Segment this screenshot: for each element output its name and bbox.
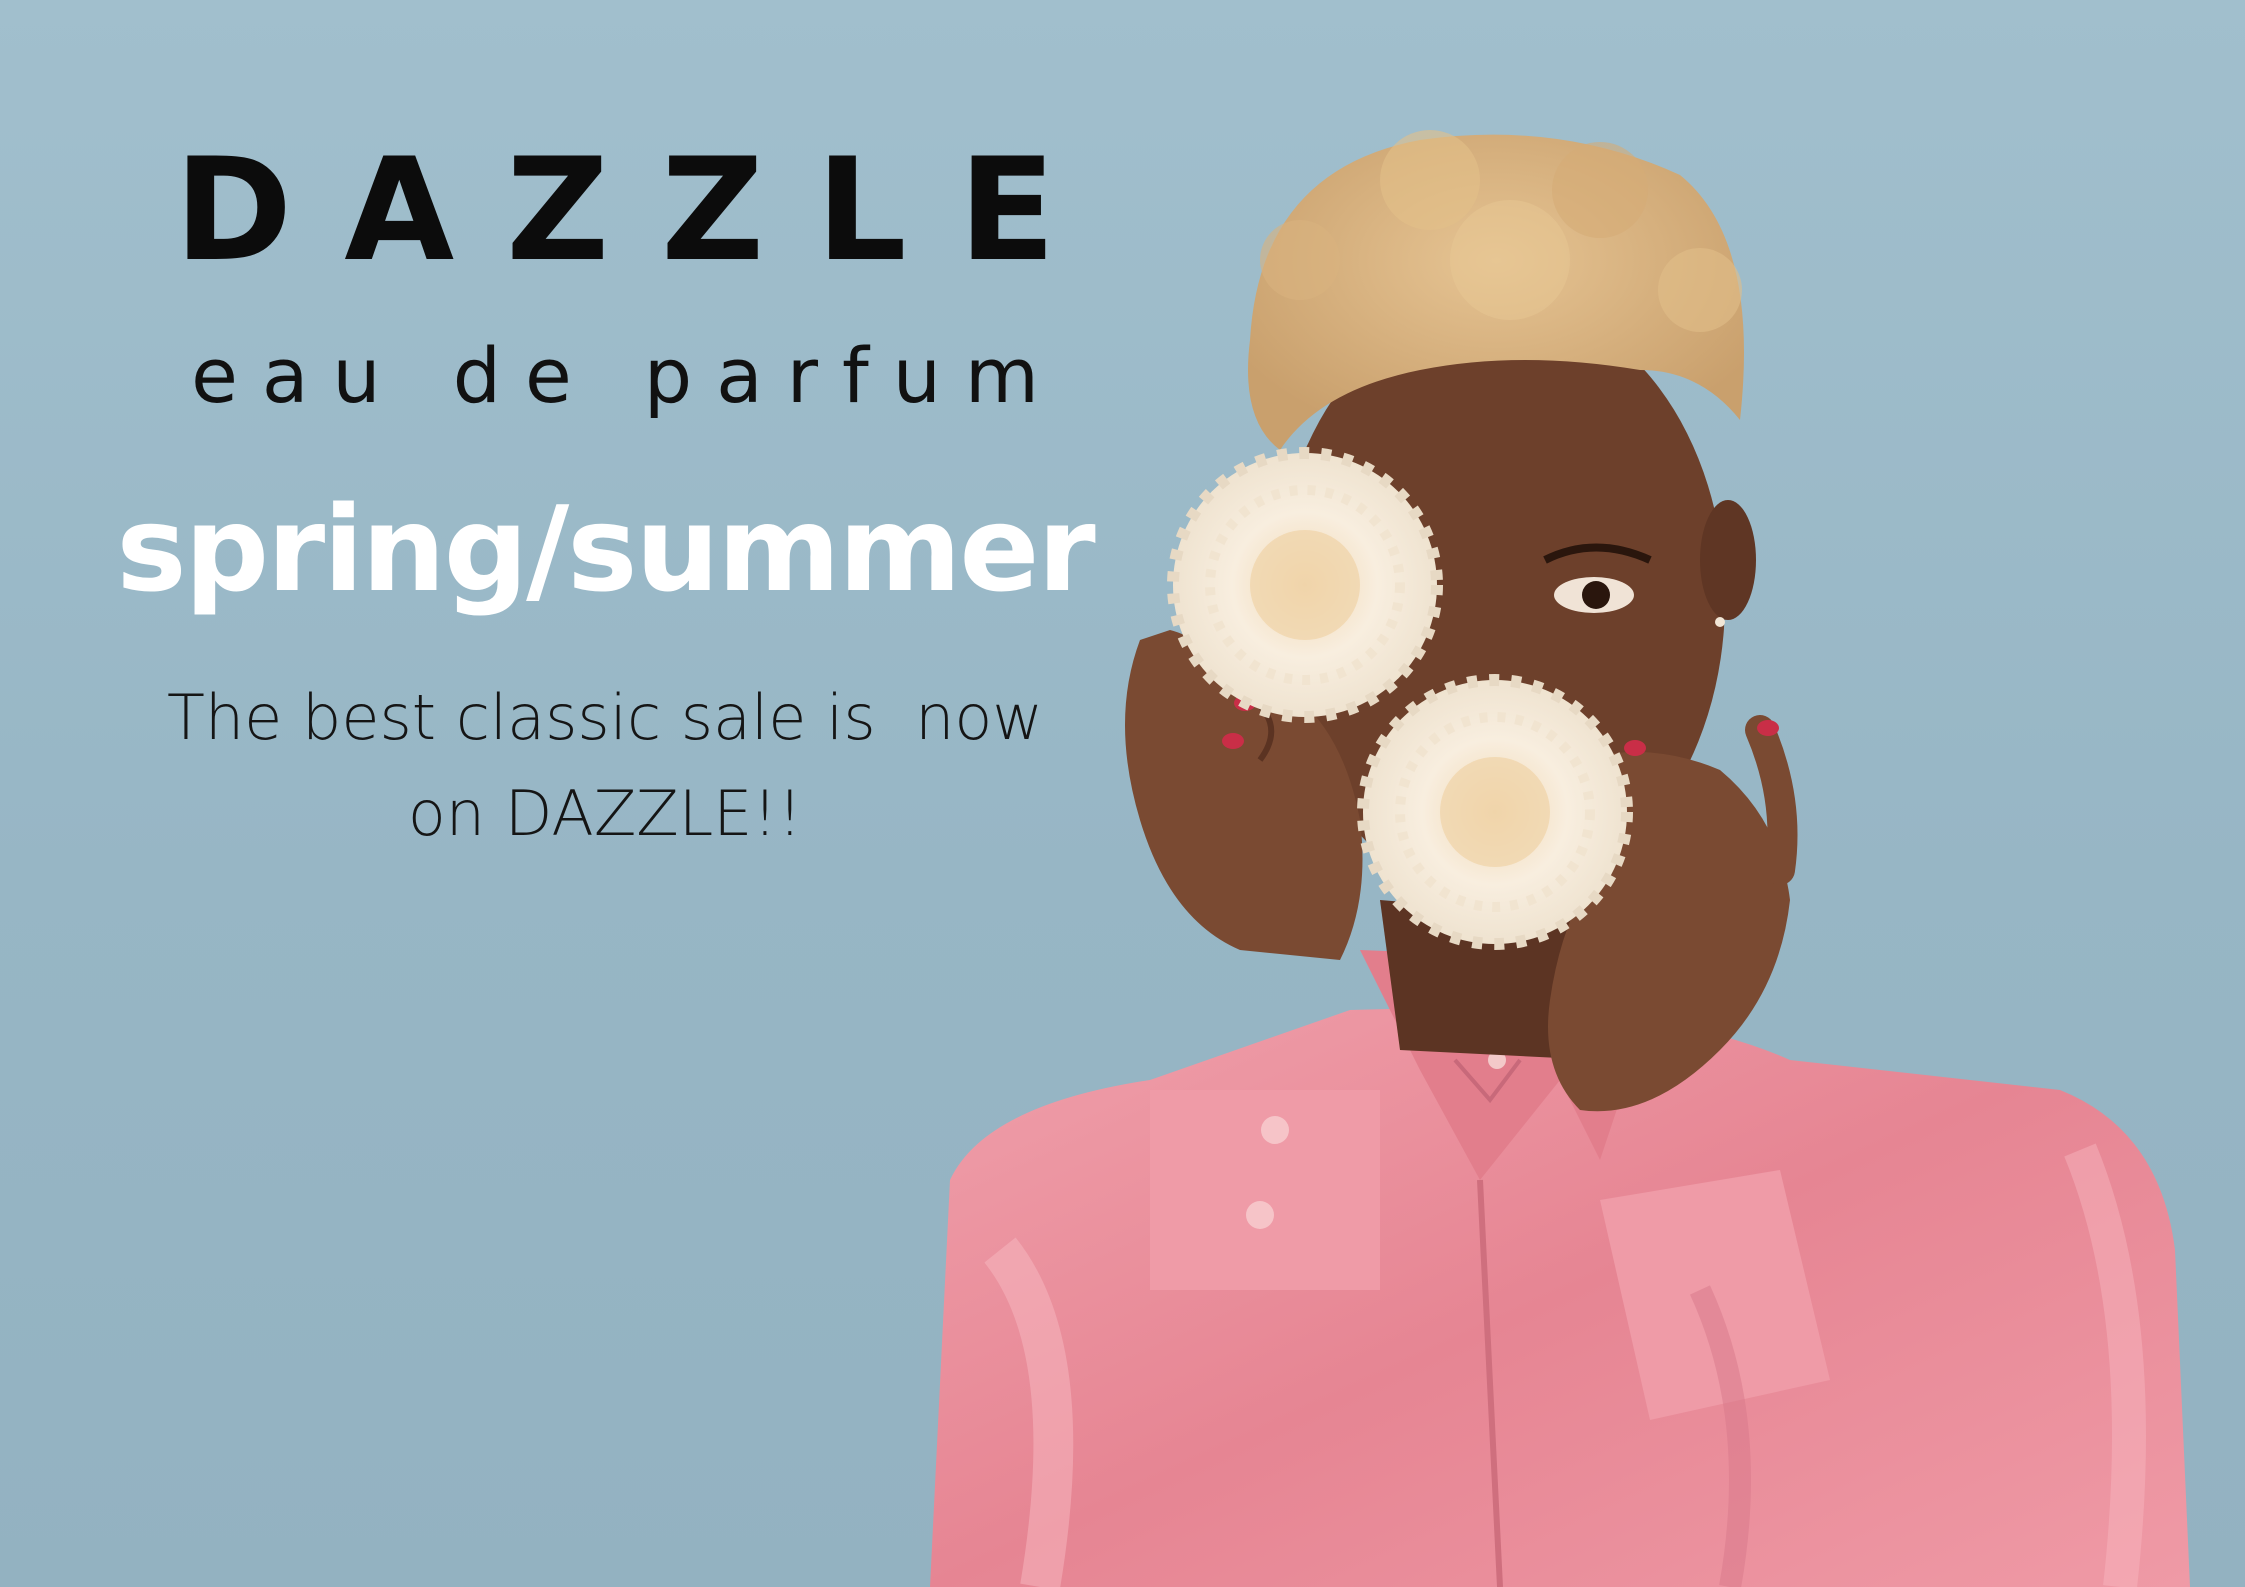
season-heading: spring/summer [116, 480, 1095, 618]
flower-bottom [1357, 674, 1633, 950]
promo-text: The best classic sale is now on DAZZLE!! [0, 670, 1210, 862]
product-subtitle: eau de parfum [191, 331, 1063, 420]
promo-line-2: on DAZZLE!! [407, 777, 803, 850]
flower-top [1167, 447, 1443, 723]
promo-line-1: The best classic sale is now [166, 681, 1044, 754]
poster: DAZZLE eau de parfum spring/summer The b… [0, 0, 2245, 1587]
brand-name: DAZZLE [174, 128, 1108, 293]
